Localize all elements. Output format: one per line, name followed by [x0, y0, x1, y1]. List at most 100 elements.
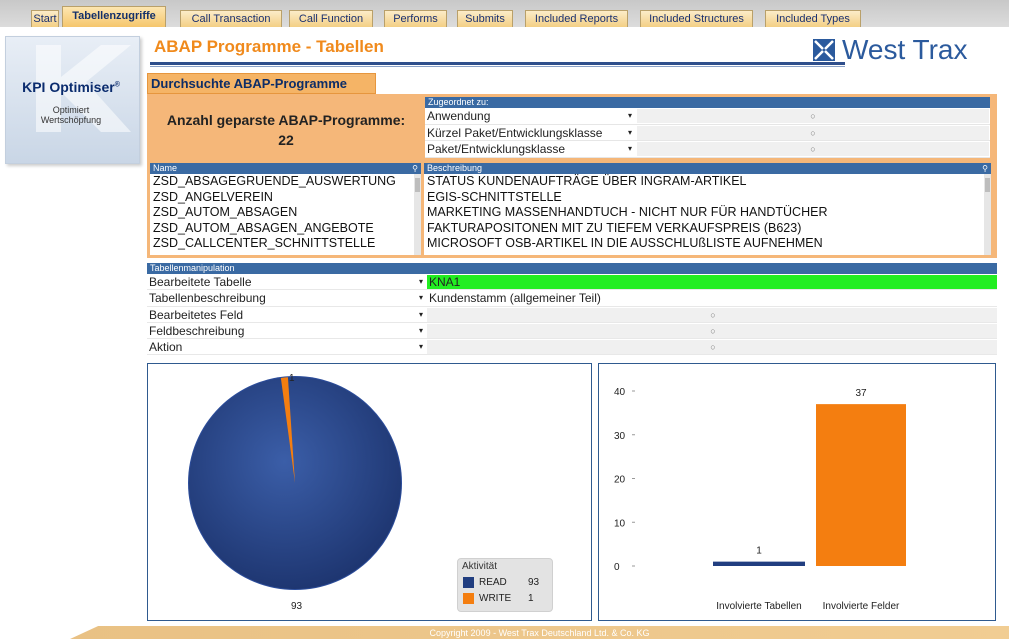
field-bearbeitete-tabelle[interactable]: Bearbeitete Tabelle ▾ KNA1 [147, 274, 997, 291]
list-item[interactable]: ZSD_ANGELVEREIN [150, 190, 421, 206]
filter-kuerzel-paket[interactable]: Kürzel Paket/Entwicklungsklasse ▾ ○ [425, 125, 990, 141]
list-item[interactable]: STATUS KUNDENAUFTRÄGE ÜBER INGRAM-ARTIKE… [424, 174, 991, 190]
x-category-label: Involvierte Tabellen [716, 601, 801, 612]
search-icon[interactable]: ⚲ [412, 163, 418, 174]
involvement-bar-chart[interactable]: 0 10 20 30 40 1 Involvierte Tabellen 37 Involvie… [598, 363, 996, 621]
filter-label: Paket/Entwicklungsklasse [427, 142, 566, 156]
list-item[interactable]: ZSD_AUTOM_ABSAGEN [150, 205, 421, 221]
field-bearbeitetes-feld[interactable]: Bearbeitetes Feld ▾ ○ [147, 307, 997, 323]
field-label: Aktion [149, 340, 183, 355]
list-item[interactable]: ZSD_CALLCENTER_SCHNITTSTELLE [150, 236, 421, 252]
field-value[interactable]: ○ [427, 307, 997, 322]
filter-value[interactable]: ○ [637, 142, 989, 156]
y-tick-label: 20 [614, 475, 626, 486]
x-category-label: Involvierte Felder [823, 601, 900, 612]
y-tick-label: 10 [614, 518, 626, 529]
tab-included-structures[interactable]: Included Structures [640, 10, 753, 27]
list-item[interactable]: MICROSOFT OSB-ARTIKEL IN DIE AUSSCHLUßLI… [424, 236, 991, 252]
tab-included-types[interactable]: Included Types [765, 10, 861, 27]
bar-data-label: 1 [756, 546, 762, 557]
tab-label: Tabellenzugriffe [72, 10, 156, 22]
tab-label: Submits [465, 13, 505, 25]
filter-value[interactable]: ○ [637, 125, 989, 140]
west-trax-logo: West Trax [812, 33, 994, 78]
kpi-logo-graphic [36, 45, 131, 132]
west-trax-icon [813, 39, 835, 61]
program-count: Anzahl geparste ABAP-Programme: 22 [152, 110, 420, 150]
list-item[interactable]: ZSD_AUTOM_ABSAGEN_ANGEBOTE [150, 221, 421, 237]
field-aktion[interactable]: Aktion ▾ ○ [147, 339, 997, 356]
name-list-scrollbar[interactable] [414, 174, 421, 255]
legend-title: Aktivität [462, 561, 498, 572]
field-value[interactable]: ○ [427, 323, 997, 338]
field-value[interactable]: Kundenstamm (allgemeiner Teil) [427, 291, 997, 306]
tab-label: Included Types [776, 13, 850, 25]
tab-included-reports[interactable]: Included Reports [525, 10, 628, 27]
dropdown-arrow-icon[interactable]: ▾ [419, 323, 423, 339]
field-tabellenbeschreibung[interactable]: Tabellenbeschreibung ▾ Kundenstamm (allg… [147, 290, 997, 307]
tab-label: Included Structures [649, 13, 744, 25]
list-item[interactable]: MARKETING MASSENHANDTUCH - NICHT NUR FÜR… [424, 205, 991, 221]
field-feldbeschreibung[interactable]: Feldbeschreibung ▾ ○ [147, 323, 997, 340]
tab-performs[interactable]: Performs [384, 10, 447, 27]
section-title: Durchsuchte ABAP-Programme [147, 73, 376, 94]
kpi-registered-mark: ® [114, 81, 120, 89]
name-listbox[interactable]: Name ⚲ ZSD_ABSAGEGRUENDE_AUSWERTUNG ZSD_… [150, 163, 421, 255]
dropdown-arrow-icon[interactable]: ▾ [628, 108, 632, 124]
name-list-header-label: Name [153, 163, 178, 173]
kpi-subtitle: Optimiert Wertschöpfung [6, 105, 136, 125]
pie-label-write: 1 [289, 373, 295, 384]
dropdown-arrow-icon[interactable]: ▾ [628, 125, 632, 141]
legend-swatch-read [463, 577, 474, 588]
dropdown-arrow-icon[interactable]: ▾ [419, 274, 423, 290]
dropdown-arrow-icon[interactable]: ▾ [419, 290, 423, 306]
legend-value-write: 1 [528, 593, 534, 604]
field-label: Tabellenbeschreibung [149, 291, 266, 306]
scroll-thumb[interactable] [415, 178, 420, 192]
tab-label: Call Function [298, 13, 364, 25]
field-value[interactable]: ○ [427, 340, 997, 355]
y-tick-label: 0 [614, 562, 620, 573]
assign-header: Zugeordnet zu: [425, 97, 990, 108]
legend-swatch-write [463, 593, 474, 604]
y-tick-label: 30 [614, 431, 626, 442]
dropdown-arrow-icon[interactable]: ▾ [419, 307, 423, 323]
bar-involvierte-tabellen[interactable] [713, 561, 805, 566]
list-item[interactable]: ZSD_ABSAGEGRUENDE_AUSWERTUNG [150, 174, 421, 190]
list-item[interactable]: EGIS-SCHNITTSTELLE [424, 190, 991, 206]
dropdown-arrow-icon[interactable]: ▾ [628, 141, 632, 157]
search-icon[interactable]: ⚲ [982, 163, 988, 174]
description-list-scrollbar[interactable] [984, 174, 991, 255]
description-listbox[interactable]: Beschreibung ⚲ STATUS KUNDENAUFTRÄGE ÜBE… [424, 163, 991, 255]
legend-label-write[interactable]: WRITE [479, 593, 511, 604]
filter-value[interactable]: ○ [637, 109, 989, 123]
field-label: Bearbeitetes Feld [149, 307, 244, 322]
tab-label: Performs [393, 13, 438, 25]
tab-start[interactable]: Start [31, 10, 59, 27]
tab-call-transaction[interactable]: Call Transaction [180, 10, 282, 27]
field-value-selected[interactable]: KNA1 [427, 275, 997, 289]
legend-value-read: 93 [528, 577, 540, 588]
filter-label: Anwendung [427, 109, 491, 123]
field-label: Bearbeitete Tabelle [149, 275, 252, 289]
list-item[interactable]: FAKTURAPOSITONEN MIT ZU TIEFEM VERKAUFSP… [424, 221, 991, 237]
legend-label-read[interactable]: READ [479, 577, 507, 588]
tab-label: Call Transaction [191, 13, 271, 25]
pie-label-read: 93 [291, 601, 303, 612]
bar-involvierte-felder[interactable] [816, 404, 906, 566]
tab-tabellenzugriffe[interactable]: Tabellenzugriffe [62, 6, 166, 27]
tab-submits[interactable]: Submits [457, 10, 513, 27]
filter-anwendung[interactable]: Anwendung ▾ ○ [425, 108, 990, 125]
kpi-title: KPI Optimiser® [22, 79, 120, 95]
kpi-subtitle-line1: Optimiert [52, 105, 90, 115]
description-list-header: Beschreibung ⚲ [424, 163, 991, 174]
filter-paket[interactable]: Paket/Entwicklungsklasse ▾ ○ [425, 141, 990, 158]
tab-call-function[interactable]: Call Function [289, 10, 373, 27]
tab-label: Start [33, 13, 57, 25]
dropdown-arrow-icon[interactable]: ▾ [419, 339, 423, 355]
pie-legend: Aktivität READ 93 WRITE 1 [457, 558, 553, 612]
program-count-value: 22 [278, 132, 294, 148]
scroll-thumb[interactable] [985, 178, 990, 192]
y-tick-label: 40 [614, 387, 626, 398]
title-divider [150, 62, 845, 65]
